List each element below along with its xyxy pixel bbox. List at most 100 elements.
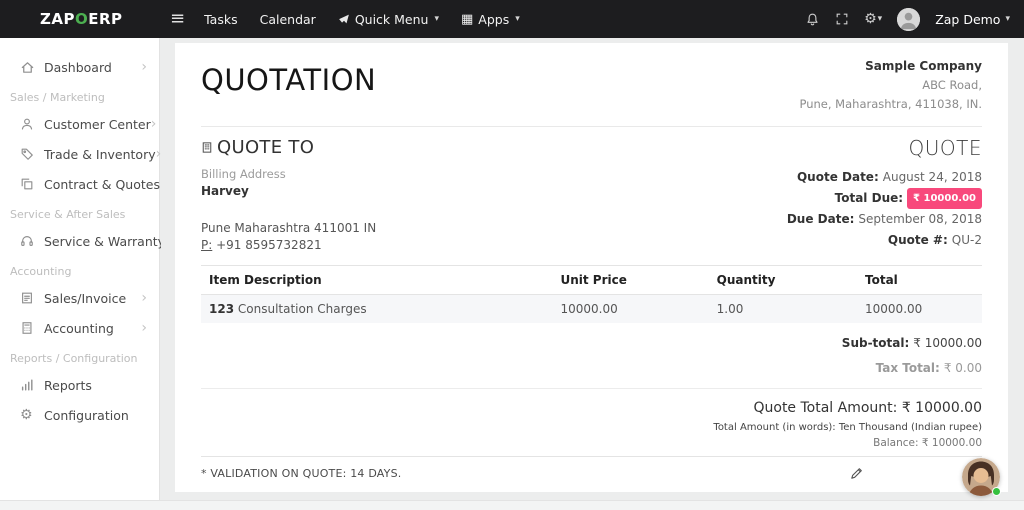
chevron-right-icon: › bbox=[141, 320, 147, 336]
chevron-right-icon: › bbox=[150, 116, 157, 132]
gear-icon: ⚙ bbox=[864, 11, 877, 27]
col-unit-price: Unit Price bbox=[552, 264, 709, 295]
subtotal-label: Sub-total: bbox=[841, 335, 910, 350]
divider bbox=[201, 125, 982, 127]
online-status-dot bbox=[992, 487, 1001, 496]
user-avatar[interactable] bbox=[897, 7, 921, 31]
quote-number-row: Quote #: QU-2 bbox=[787, 230, 982, 251]
edit-pencil-icon[interactable] bbox=[849, 466, 864, 481]
quick-menu-icon bbox=[338, 13, 350, 25]
table-row[interactable]: 123 Consultation Charges 10000.00 1.00 1… bbox=[201, 294, 982, 323]
sidebar-item-dashboard[interactable]: Dashboard › bbox=[0, 52, 159, 82]
caret-down-icon: ▾ bbox=[434, 13, 439, 24]
sidebar-item-label: Service & Warranty bbox=[44, 233, 166, 249]
grand-total-row: Quote Total Amount: ₹ 10000.00 bbox=[201, 400, 982, 416]
phone-label: P: bbox=[201, 237, 213, 252]
quote-to-heading: QUOTE TO bbox=[217, 137, 315, 159]
sidebar-item-contract-quotes[interactable]: Contract & Quotes › bbox=[0, 169, 166, 199]
grand-total-block: Quote Total Amount: ₹ 10000.00 Total Amo… bbox=[201, 388, 982, 449]
chevron-right-icon: › bbox=[141, 290, 147, 306]
cell-quantity: 1.00 bbox=[708, 294, 858, 323]
quote-number-value: QU-2 bbox=[951, 233, 982, 248]
nav-apps[interactable]: ▦ Apps ▾ bbox=[450, 0, 531, 38]
horizontal-scrollbar[interactable] bbox=[0, 500, 1024, 510]
hamburger-menu-icon[interactable]: ≡ bbox=[170, 10, 185, 28]
subtotal-row: Sub-total: ₹ 10000.00 bbox=[201, 331, 982, 356]
grand-total-label: Quote Total Amount: bbox=[753, 400, 898, 417]
billing-address: Pune Maharashtra 411001 IN bbox=[201, 220, 377, 235]
company-block: Sample Company ABC Road, Pune, Maharasht… bbox=[799, 57, 982, 113]
col-quantity: Quantity bbox=[708, 264, 858, 295]
sidebar-item-trade-inventory[interactable]: Trade & Inventory › bbox=[0, 139, 161, 169]
due-date-row: Due Date: September 08, 2018 bbox=[787, 209, 982, 230]
sidebar-item-accounting[interactable]: Accounting › bbox=[0, 313, 159, 343]
card-header: QUOTATION Sample Company ABC Road, Pune,… bbox=[201, 57, 982, 113]
sidebar-item-reports[interactable]: Reports bbox=[0, 370, 159, 400]
sidebar-section-reports-configuration: Reports / Configuration bbox=[10, 352, 138, 365]
sidebar-item-label: Configuration bbox=[44, 407, 129, 423]
cell-unit-price: 10000.00 bbox=[552, 294, 709, 323]
sidebar-item-label: Customer Center bbox=[44, 116, 151, 132]
invoice-list-icon bbox=[20, 291, 44, 305]
sidebar-item-label: Dashboard bbox=[44, 59, 112, 75]
items-table: Item Description Unit Price Quantity Tot… bbox=[201, 264, 982, 323]
sidebar-item-configuration[interactable]: ⚙ Configuration bbox=[0, 400, 159, 430]
phone-number: +91 8595732821 bbox=[216, 237, 322, 252]
page-title: QUOTATION bbox=[201, 63, 377, 97]
logo-o: O bbox=[74, 10, 89, 28]
settings-gear-icon[interactable]: ⚙ ▾ bbox=[864, 12, 882, 26]
fullscreen-icon[interactable] bbox=[835, 12, 849, 26]
sidebar-item-customer-center[interactable]: Customer Center › bbox=[0, 109, 159, 139]
top-navbar: ZAPOERP ≡ Tasks Calendar Quick Menu ▾ ▦ … bbox=[0, 0, 1024, 38]
headset-icon bbox=[20, 234, 44, 248]
company-address-line2: Pune, Maharashtra, 411038, IN. bbox=[799, 96, 982, 111]
company-address-line1: ABC Road, bbox=[922, 78, 982, 93]
quote-date-label: Quote Date: bbox=[796, 169, 879, 184]
apps-grid-icon: ▦ bbox=[460, 11, 474, 27]
total-due-row: Total Due: ₹ 10000.00 bbox=[787, 187, 982, 210]
col-total: Total bbox=[857, 264, 982, 295]
caret-down-icon: ▾ bbox=[877, 13, 883, 24]
balance-label: Balance: bbox=[873, 437, 919, 450]
user-menu[interactable]: Zap Demo ▾ bbox=[935, 12, 1010, 27]
sidebar-section-sales-marketing: Sales / Marketing bbox=[10, 91, 105, 104]
cell-total: 10000.00 bbox=[857, 294, 982, 323]
nav-calendar[interactable]: Calendar bbox=[249, 0, 327, 38]
quote-heading: QUOTE bbox=[908, 135, 982, 160]
nav-tasks[interactable]: Tasks bbox=[193, 0, 249, 38]
gear-icon: ⚙ bbox=[20, 407, 33, 423]
table-header-row: Item Description Unit Price Quantity Tot… bbox=[201, 264, 982, 295]
quote-info-row: Billing Address Harvey Pune Maharashtra … bbox=[201, 167, 982, 252]
caret-down-icon: ▾ bbox=[515, 13, 520, 24]
chat-widget[interactable] bbox=[962, 458, 1001, 496]
cell-description: 123 Consultation Charges bbox=[201, 294, 553, 323]
totals-block: Sub-total: ₹ 10000.00 Tax Total: ₹ 0.00 bbox=[201, 331, 982, 380]
nav-quick-menu[interactable]: Quick Menu ▾ bbox=[327, 0, 450, 38]
col-item-description: Item Description bbox=[201, 264, 553, 295]
balance-row: Balance: ₹ 10000.00 bbox=[201, 437, 982, 449]
sidebar-item-service-warranty[interactable]: Service & Warranty › bbox=[0, 226, 171, 256]
logo[interactable]: ZAPOERP bbox=[40, 10, 166, 28]
calculator-icon bbox=[20, 321, 44, 335]
documents-icon bbox=[20, 177, 44, 191]
total-due-badge: ₹ 10000.00 bbox=[907, 187, 982, 210]
billing-block: Billing Address Harvey Pune Maharashtra … bbox=[201, 167, 376, 252]
total-due-label: Total Due: bbox=[834, 190, 904, 205]
tax-total-row: Tax Total: ₹ 0.00 bbox=[201, 356, 982, 381]
notifications-bell-icon[interactable] bbox=[805, 12, 820, 27]
building-icon bbox=[201, 141, 213, 154]
tax-total-label: Tax Total: bbox=[875, 360, 940, 375]
tax-total-value: ₹ 0.00 bbox=[943, 360, 982, 375]
nav-menu: Tasks Calendar Quick Menu ▾ ▦ Apps ▾ bbox=[193, 0, 531, 38]
billing-phone: P: +91 8595732821 bbox=[201, 238, 376, 252]
subtotal-value: ₹ 10000.00 bbox=[913, 335, 982, 350]
quote-to-row: QUOTE TO QUOTE bbox=[201, 136, 982, 160]
quote-date-value: August 24, 2018 bbox=[882, 169, 982, 184]
apps-label: Apps bbox=[478, 11, 510, 27]
company-name: Sample Company bbox=[865, 59, 982, 73]
quote-to-heading-group: QUOTE TO bbox=[201, 137, 314, 158]
sidebar-item-sales-invoice[interactable]: Sales/Invoice › bbox=[0, 283, 159, 313]
quote-date-row: Quote Date: August 24, 2018 bbox=[787, 167, 982, 188]
sidebar-section-accounting: Accounting bbox=[10, 265, 72, 278]
nav-right: ⚙ ▾ Zap Demo ▾ bbox=[805, 7, 1010, 31]
